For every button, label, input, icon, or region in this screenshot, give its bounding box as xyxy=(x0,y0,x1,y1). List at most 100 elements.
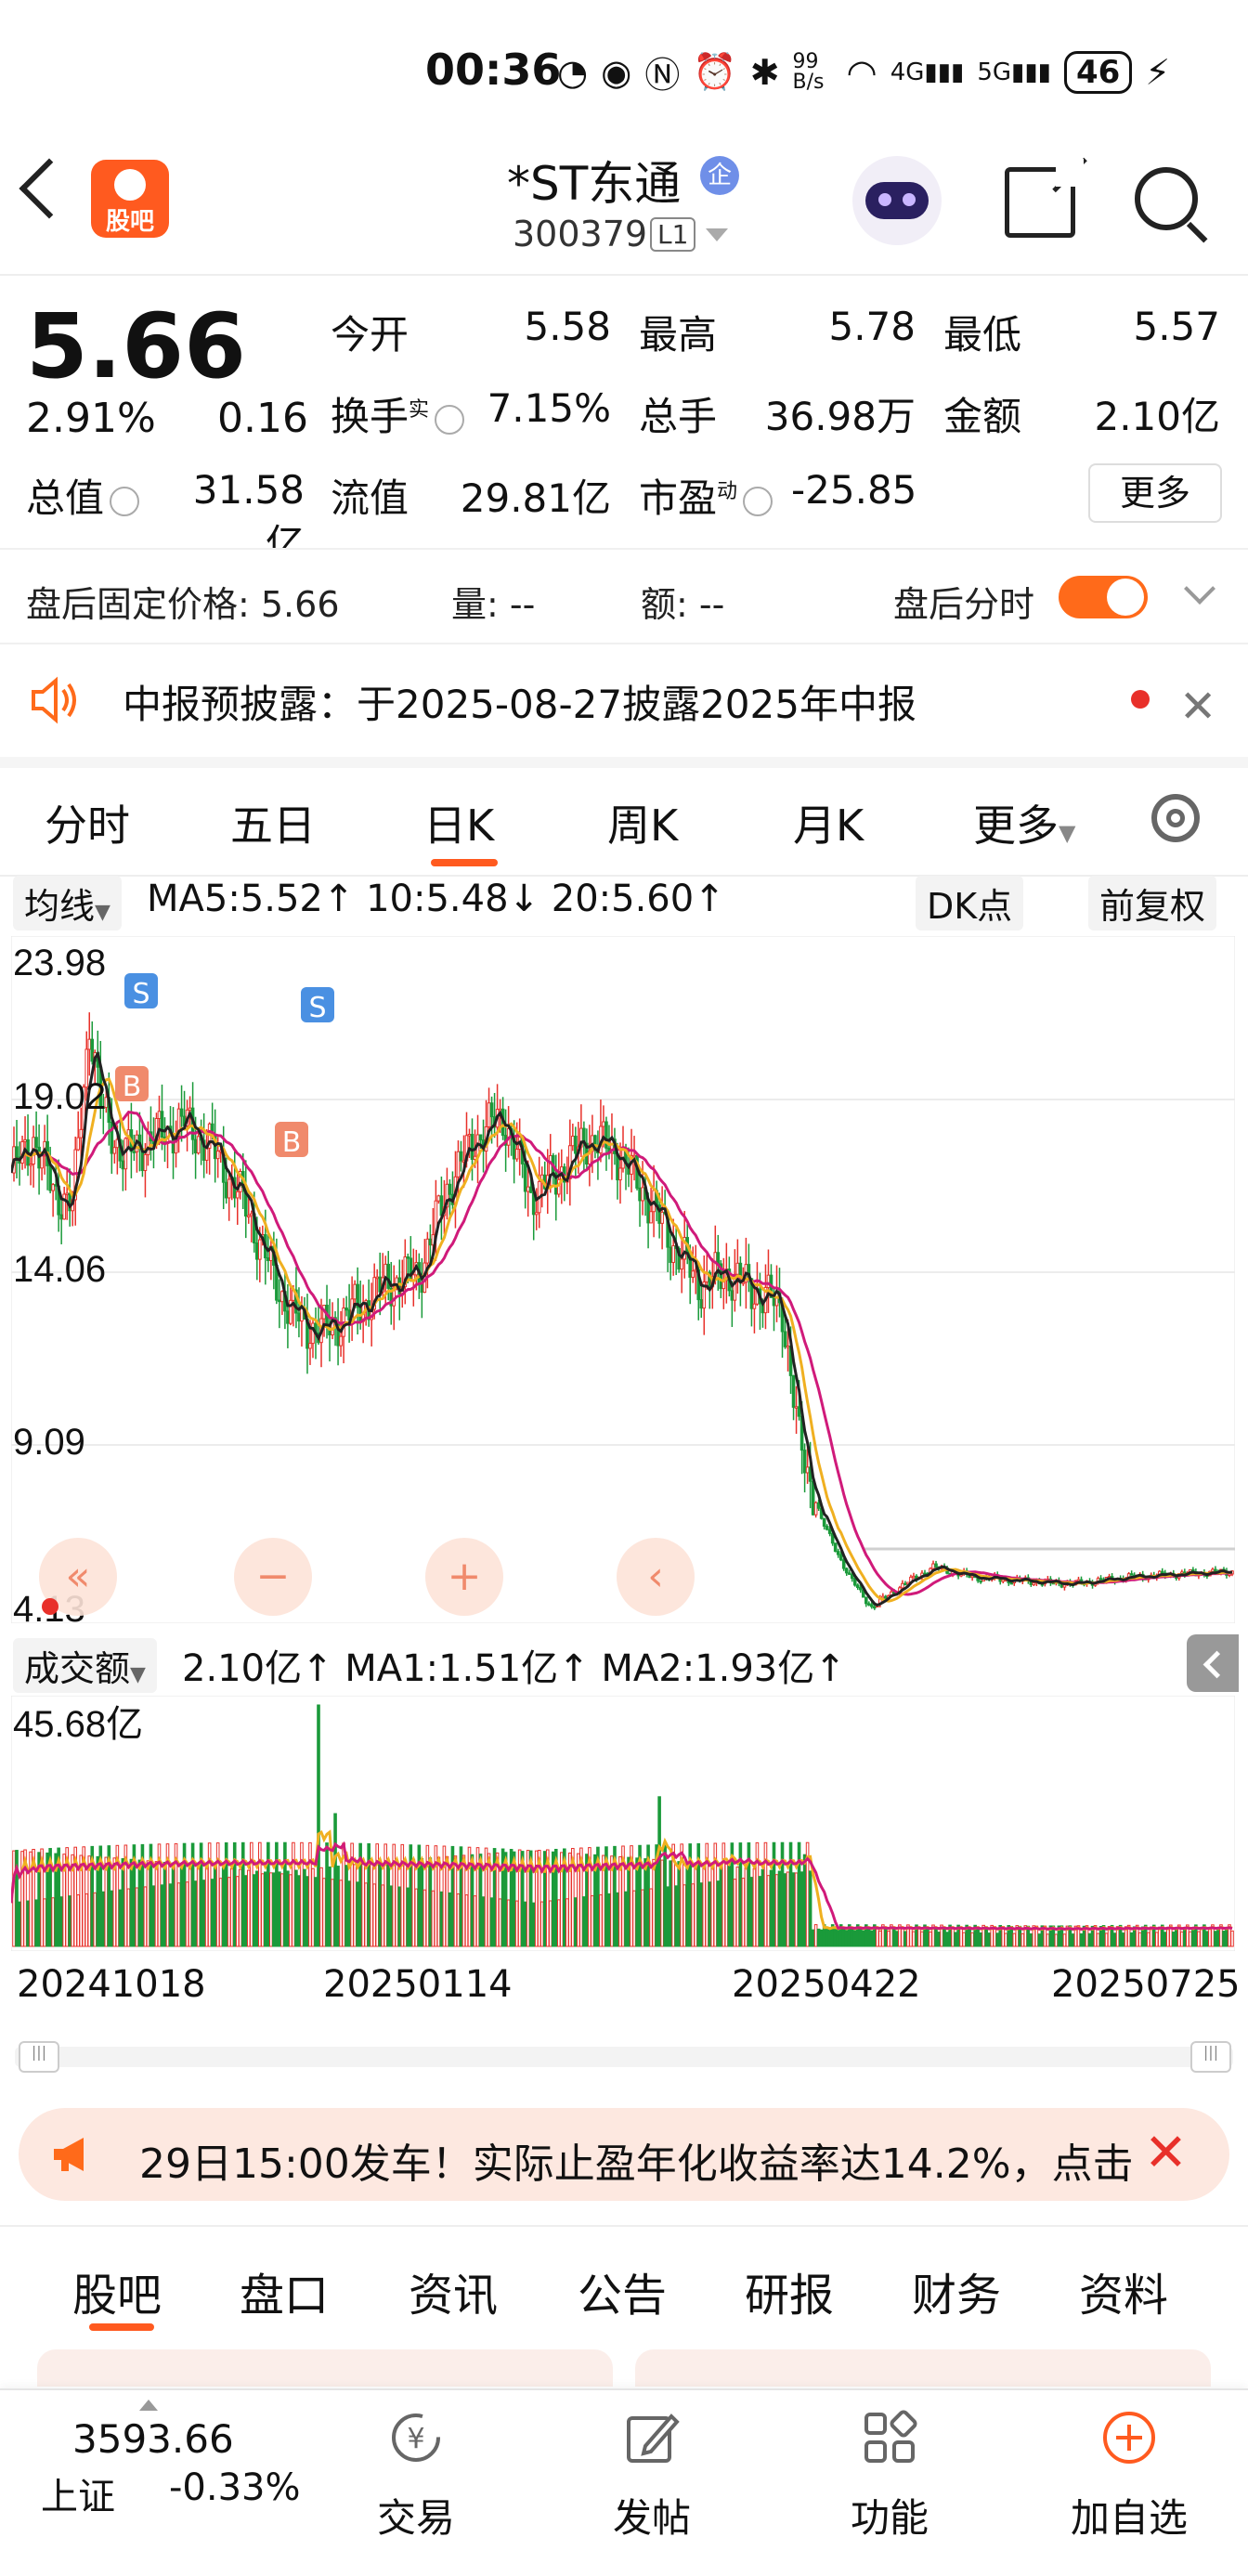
gear-icon[interactable] xyxy=(1151,794,1200,842)
scroll-left-button[interactable]: ‹ xyxy=(617,1538,695,1616)
tab-financials[interactable]: 财务 xyxy=(912,2258,1001,2323)
tab-weekly-k[interactable]: 周K xyxy=(607,792,678,853)
info-icon[interactable] xyxy=(110,486,140,516)
guba-app-button[interactable]: 股吧 xyxy=(91,160,169,238)
date-label-4: 20250725 xyxy=(1051,1963,1241,2006)
tab-profile[interactable]: 资料 xyxy=(1079,2258,1168,2323)
after-hours-price: 盘后固定价格: 5.66 xyxy=(26,584,340,625)
amount-value: 2.10亿 xyxy=(1094,394,1220,439)
dk-point-button[interactable]: DK点 xyxy=(916,876,1024,930)
back-arrow-icon[interactable] xyxy=(19,158,80,219)
nav-add-watchlist[interactable]: 加自选 xyxy=(1055,2409,1203,2543)
svg-text:¥: ¥ xyxy=(407,2423,424,2455)
adjust-button[interactable]: 前复权 xyxy=(1088,876,1217,930)
tab-order-book[interactable]: 盘口 xyxy=(240,2258,329,2323)
after-hours-toggle-label: 盘后分时 xyxy=(893,584,1035,625)
tab-research[interactable]: 研报 xyxy=(745,2258,834,2323)
zoom-out-button[interactable]: − xyxy=(234,1538,312,1616)
nav-post[interactable]: 发帖 xyxy=(578,2409,726,2543)
change-percent: 2.91% xyxy=(26,395,156,442)
index-up-caret-icon xyxy=(139,2400,158,2411)
after-hours-toggle[interactable] xyxy=(1059,576,1148,618)
chevron-down-icon[interactable] xyxy=(706,228,728,241)
plus-circle-icon xyxy=(1103,2412,1155,2464)
share-icon[interactable] xyxy=(1005,157,1087,238)
speaker-icon xyxy=(32,676,76,724)
tab-more-label: 更多 xyxy=(973,800,1059,851)
tab-monthly-k[interactable]: 月K xyxy=(793,792,864,853)
index-change[interactable]: -0.33% xyxy=(169,2466,301,2509)
open-label: 今开 xyxy=(331,312,410,358)
yuan-cycle-icon: ¥ xyxy=(392,2413,440,2462)
nav-post-label: 发帖 xyxy=(612,2495,691,2541)
turnover-sup: 实 xyxy=(409,398,430,422)
nav-trade[interactable]: ¥ 交易 xyxy=(342,2409,490,2543)
float-value: 29.81亿 xyxy=(460,475,611,521)
nav-functions[interactable]: 功能 xyxy=(815,2409,964,2543)
volume-chart[interactable]: 45.68亿 xyxy=(11,1696,1235,1951)
tab-intraday[interactable]: 分时 xyxy=(45,792,130,853)
level-badge[interactable]: L1 xyxy=(650,217,696,252)
index-value[interactable]: 3593.66 xyxy=(72,2416,234,2462)
y-label-2: 19.02 xyxy=(13,1076,106,1117)
date-label-2: 20250114 xyxy=(323,1963,513,2006)
kline-chart[interactable]: SBSB 23.98 19.02 14.06 9.09 4.13 « − + ‹ xyxy=(11,936,1235,1623)
mktcap-label: 总值 xyxy=(26,467,145,524)
mktcap-label-text: 总值 xyxy=(26,475,105,521)
scrollbar-left-handle[interactable]: ||| xyxy=(19,2041,59,2073)
turnover-label: 换手实 xyxy=(331,385,470,442)
tab-guba[interactable]: 股吧 xyxy=(72,2258,162,2323)
scrollbar-right-handle[interactable]: ||| xyxy=(1190,2041,1231,2073)
more-quote-button[interactable]: 更多 xyxy=(1088,463,1222,523)
disclosure-notice[interactable]: 中报预披露：于2025-08-27披露2025年中报 ✕ xyxy=(0,645,1248,752)
net-speed: 99 B/s xyxy=(792,49,825,94)
after-hours-volume: 量: -- xyxy=(451,584,536,625)
stock-code: 300379 xyxy=(513,214,648,254)
index-name[interactable]: 上证 xyxy=(41,2466,115,2520)
after-hours-row: 盘后固定价格: 5.66 量: -- 额: -- 盘后分时 xyxy=(0,548,1248,644)
megaphone-icon xyxy=(54,2138,84,2171)
timeline-scrollbar[interactable]: ||| ||| xyxy=(15,2041,1233,2073)
collapse-panel-icon[interactable] xyxy=(1187,1634,1239,1692)
last-price: 5.66 xyxy=(26,294,246,398)
ma-selector[interactable]: 均线▼ xyxy=(13,876,122,930)
volume-selector-label: 成交额 xyxy=(24,1648,131,1689)
sim1-label: 4G xyxy=(890,58,925,86)
tab-news[interactable]: 资讯 xyxy=(409,2258,498,2323)
volume-selector[interactable]: 成交额▼ xyxy=(13,1638,157,1693)
active-section-underline xyxy=(89,2323,154,2331)
y-label-3: 14.06 xyxy=(13,1249,106,1290)
stock-header: 股吧 *ST东通 企 300379 L1 xyxy=(0,139,1248,276)
date-label-3: 20250422 xyxy=(732,1963,921,2006)
post-card-peek[interactable] xyxy=(635,2349,1211,2387)
chevron-down-icon[interactable] xyxy=(1184,573,1216,605)
promo-banner[interactable]: 29日15:00发车！实际止盈年化收益率达14.2%，点击 ✕ xyxy=(19,2108,1229,2201)
sim2-label: 5G xyxy=(977,58,1012,86)
edit-icon xyxy=(627,2413,680,2463)
sim2-signal: 5G▮▮▮ xyxy=(977,58,1051,86)
nfc-icon: Ⓝ xyxy=(644,55,681,96)
volume-max-label: 45.68亿 xyxy=(13,1704,143,1745)
close-icon[interactable]: ✕ xyxy=(1179,681,1216,733)
pe-label-text: 市盈 xyxy=(639,475,718,521)
open-value: 5.58 xyxy=(524,304,611,349)
info-icon[interactable] xyxy=(743,486,774,516)
zoom-in-button[interactable]: + xyxy=(425,1538,503,1616)
info-icon[interactable] xyxy=(435,404,465,435)
tab-more[interactable]: 更多▼ xyxy=(973,792,1075,853)
volume-ma-values: 2.10亿↑ MA1:1.51亿↑ MA2:1.93亿↑ xyxy=(182,1647,846,1690)
promo-text: 29日15:00发车！实际止盈年化收益率达14.2%，点击 xyxy=(139,2140,1134,2188)
close-icon[interactable]: ✕ xyxy=(1144,2123,1188,2183)
tab-five-day[interactable]: 五日 xyxy=(230,792,316,853)
tab-daily-k[interactable]: 日K xyxy=(423,792,494,853)
post-card-peek[interactable] xyxy=(37,2349,613,2387)
search-icon[interactable] xyxy=(1135,167,1198,230)
ai-assistant-robot-icon[interactable] xyxy=(852,156,942,245)
y-label-4: 9.09 xyxy=(13,1422,85,1463)
tab-announcements[interactable]: 公告 xyxy=(578,2258,667,2323)
status-icons: ◔ ◉ Ⓝ ⏰ ✱ 99 B/s ◠ 4G▮▮▮ 5G▮▮▮ 46 ⚡ xyxy=(557,46,1170,98)
active-tab-underline xyxy=(431,859,498,866)
high-value: 5.78 xyxy=(828,304,916,349)
enterprise-badge[interactable]: 企 xyxy=(700,156,739,195)
marker-label: S xyxy=(132,978,150,1010)
